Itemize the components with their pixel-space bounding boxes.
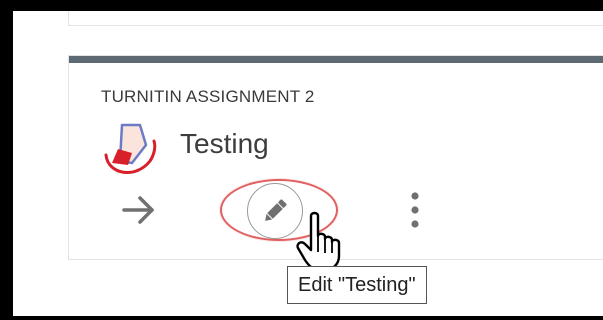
activity-type-label: TURNITIN ASSIGNMENT 2 <box>101 87 315 106</box>
vertical-ellipsis-icon[interactable] <box>402 188 428 232</box>
card-accent-bar <box>69 56 603 63</box>
screenshot-frame-bottom <box>0 316 603 320</box>
activity-actions <box>69 174 603 272</box>
activity-card: TURNITIN ASSIGNMENT 2 Testing <box>68 55 603 272</box>
screenshot-frame-top <box>0 0 603 11</box>
screenshot-frame-left <box>0 0 13 320</box>
edit-tooltip: Edit "Testing" <box>287 266 427 304</box>
activity-title[interactable]: Testing <box>180 128 269 160</box>
arrow-right-icon[interactable] <box>119 192 159 228</box>
turnitin-logo-icon <box>104 123 157 174</box>
previous-card <box>68 11 603 26</box>
pencil-icon <box>265 199 287 221</box>
hand-pointer-cursor-icon <box>296 211 341 272</box>
